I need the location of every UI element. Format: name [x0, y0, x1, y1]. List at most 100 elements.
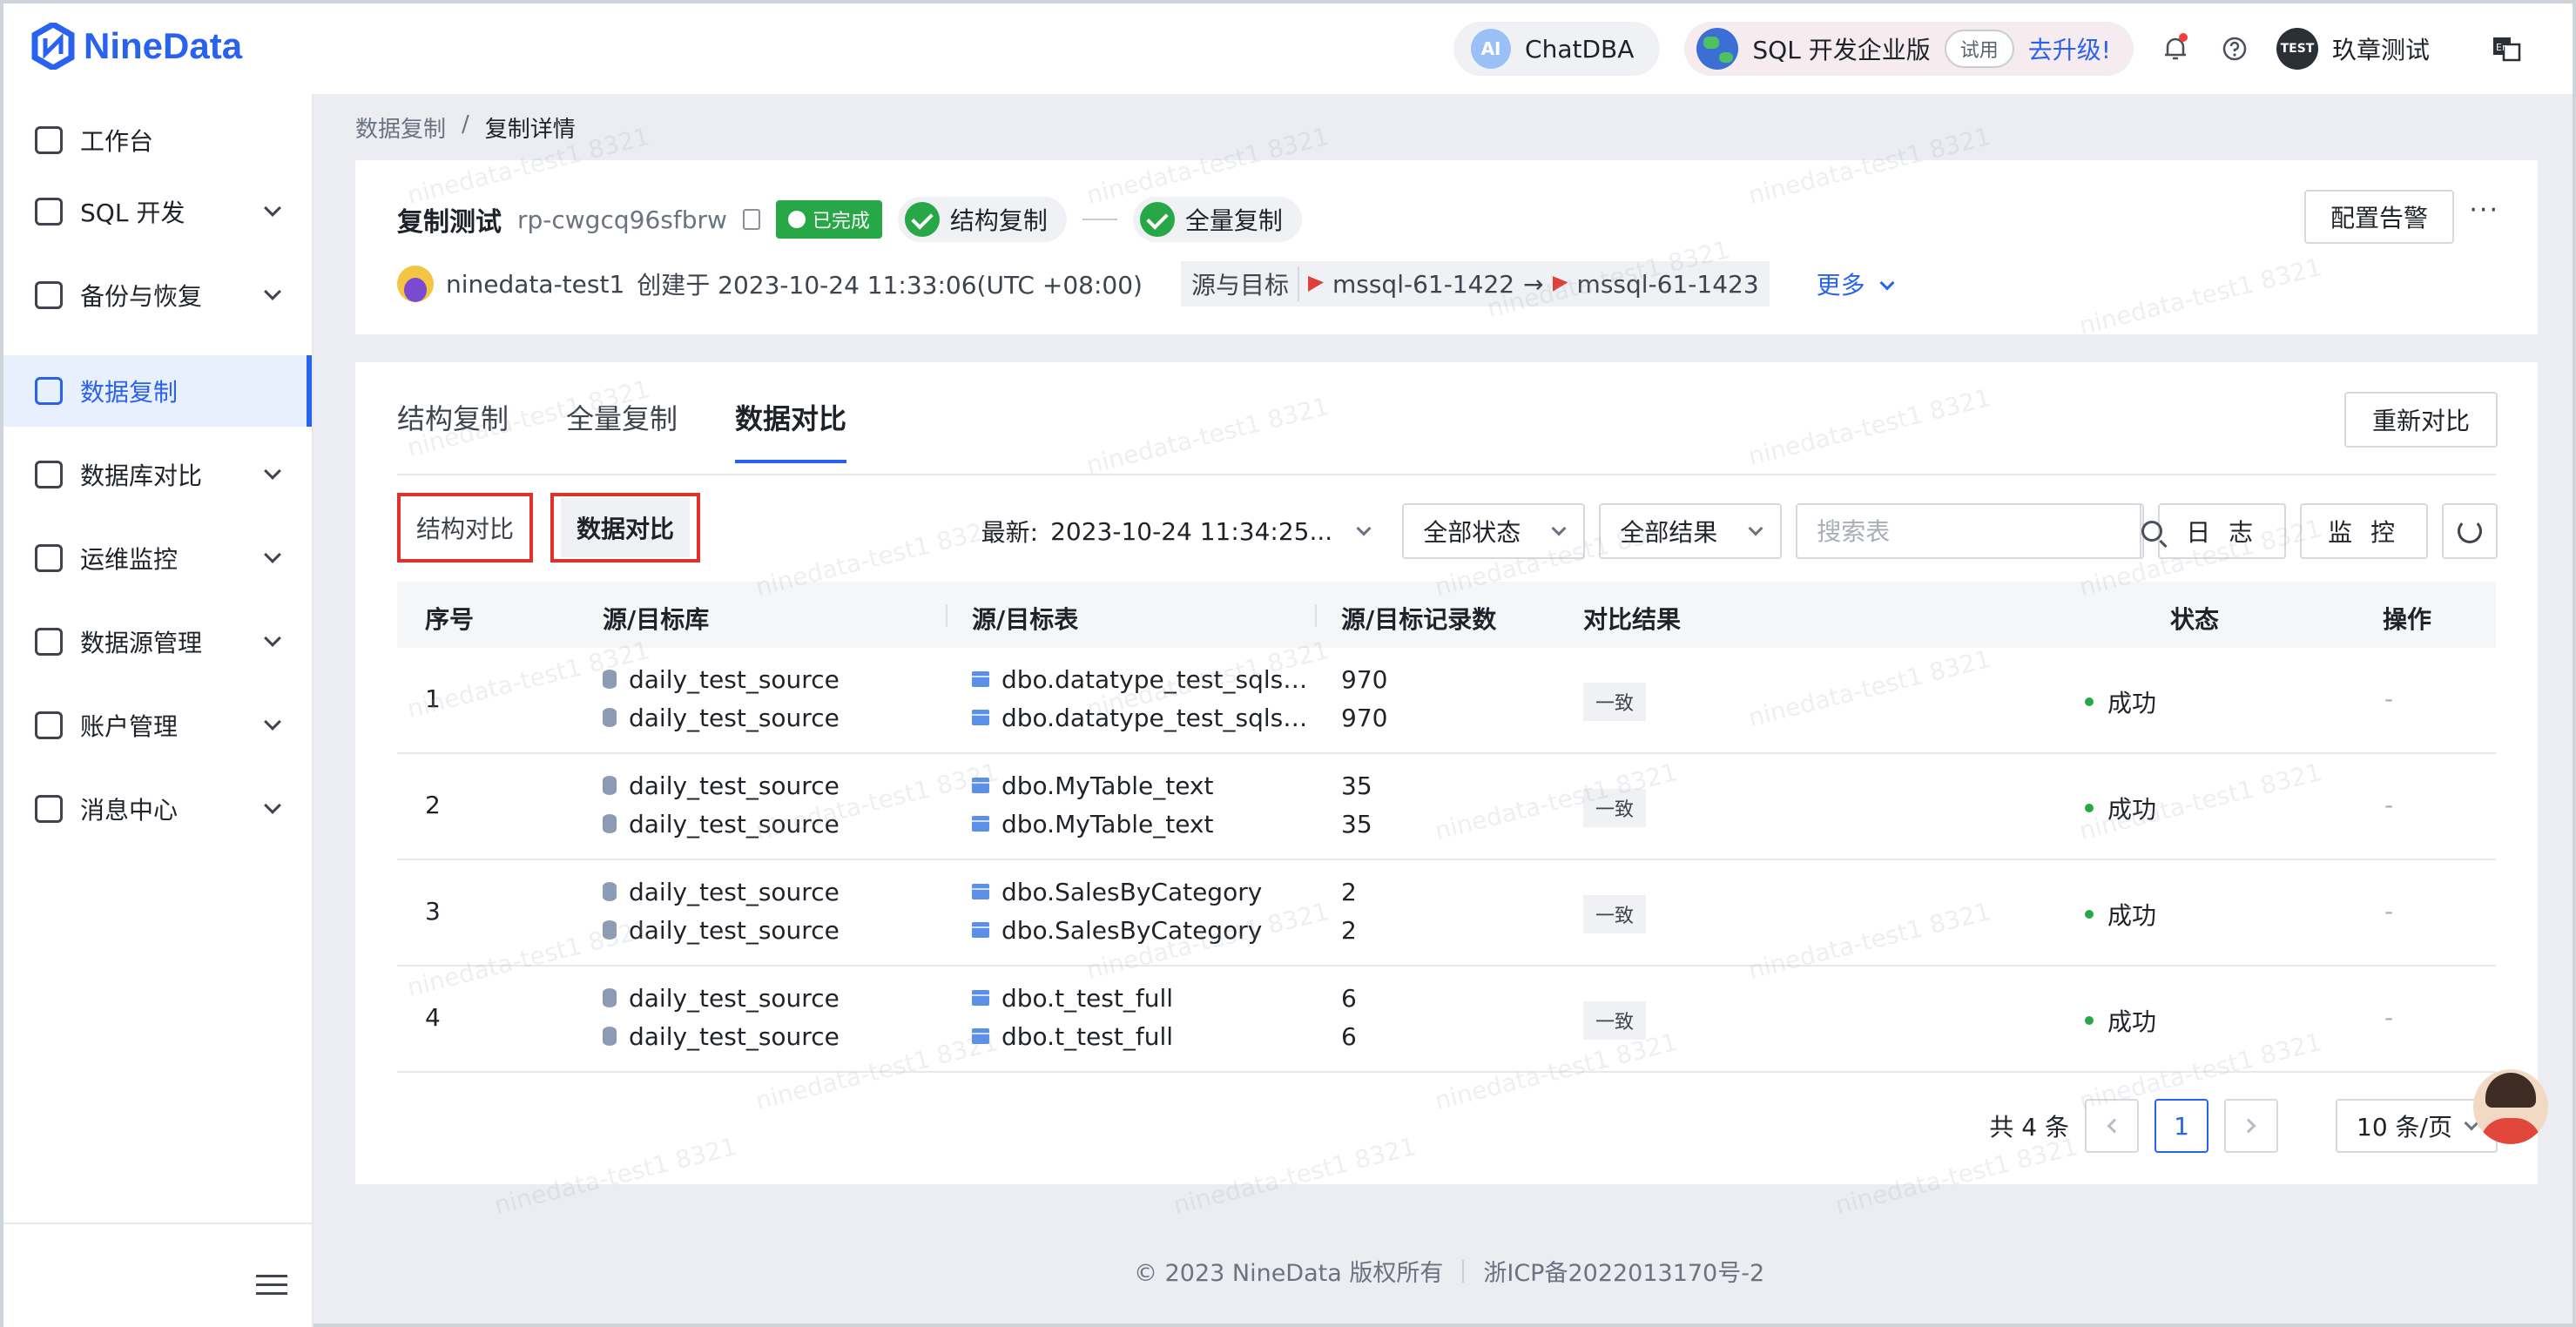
result-filter[interactable]: 全部结果: [1599, 503, 1783, 559]
top-header: NineData AI ChatDBA SQL 开发企业版 试用 去升级! TE…: [3, 3, 2573, 94]
status-text: 成功: [2107, 901, 2157, 930]
log-button[interactable]: 日 志: [2158, 503, 2287, 559]
source-count: 970: [1341, 664, 1388, 694]
sidebar-item-label: 运维监控: [80, 545, 179, 574]
table-icon: [972, 671, 989, 687]
ai-icon: AI: [1471, 29, 1512, 69]
compare-table: 序号 源/目标库 源/目标表 源/目标记录数 对比结果 状态 操作 1 dail…: [397, 582, 2496, 1073]
status-cell: 成功: [2085, 684, 2156, 719]
sidebar-item-monitor[interactable]: 运维监控: [3, 522, 312, 594]
bell-icon[interactable]: [2158, 31, 2193, 66]
brand-logo[interactable]: NineData: [31, 23, 242, 70]
data-compare-tab[interactable]: 数据对比: [550, 493, 700, 562]
task-id: rp-cwgcq96sfbrw: [517, 205, 727, 234]
row-index: 3: [425, 897, 441, 926]
icp-link[interactable]: 浙ICP备2022013170号-2: [1483, 1254, 1764, 1288]
count-cell: 2 2: [1341, 878, 1357, 945]
next-page-button[interactable]: [2224, 1099, 2279, 1153]
success-dot-icon: [2085, 697, 2094, 706]
monitor-icon: [35, 544, 63, 572]
footer-separator: [1462, 1259, 1465, 1283]
help-icon[interactable]: [2217, 31, 2252, 66]
sidebar-item-datasource[interactable]: 数据源管理: [3, 606, 312, 677]
refresh-icon: [2458, 519, 2482, 543]
mssql-icon: [1552, 276, 1568, 292]
latest-run-select[interactable]: 最新: 2023-10-24 11:34:25...: [981, 514, 1372, 549]
sidebar-item-replication[interactable]: 数据复制: [3, 355, 312, 427]
sidebar-item-backup[interactable]: 备份与恢复: [3, 259, 312, 331]
edition-banner[interactable]: SQL 开发企业版 试用 去升级!: [1684, 22, 2134, 76]
configure-alert-button[interactable]: 配置告警: [2303, 190, 2454, 244]
search-input[interactable]: [1797, 505, 2141, 557]
sidebar-item-sql-dev[interactable]: SQL 开发: [3, 176, 312, 247]
language-switch-icon[interactable]: En: [2489, 31, 2524, 66]
upgrade-link[interactable]: 去升级!: [2028, 31, 2111, 66]
task-meta-row: ninedata-test1 创建于 2023-10-24 11:33:06(U…: [397, 261, 1895, 306]
table-icon: [972, 1028, 989, 1044]
source-table-name: dbo.t_test_full: [1001, 983, 1173, 1013]
table-row: 4 daily_test_source daily_test_source db…: [397, 967, 2496, 1073]
status-text: 成功: [2107, 795, 2157, 824]
prev-page-button[interactable]: [2085, 1099, 2140, 1153]
sidebar-item-workbench[interactable]: 工作台: [3, 104, 312, 176]
status-badge-label: 已完成: [812, 211, 870, 232]
breadcrumb-current: 复制详情: [484, 117, 576, 143]
tab-structure-replication[interactable]: 结构复制: [397, 397, 509, 463]
sidebar-divider: [3, 1223, 312, 1224]
target-db[interactable]: mssql-61-1423: [1577, 270, 1759, 299]
more-link[interactable]: 更多: [1816, 266, 1895, 301]
sidebar-item-db-compare[interactable]: 数据库对比: [3, 439, 312, 510]
chevron-down-icon: [264, 199, 281, 217]
notification-dot: [2178, 33, 2188, 42]
chatdba-label: ChatDBA: [1525, 34, 1635, 64]
sidebar-item-messages[interactable]: 消息中心: [3, 773, 312, 845]
support-agent-icon[interactable]: [2473, 1069, 2548, 1144]
sidebar-item-label: 数据库对比: [80, 461, 203, 490]
replication-icon: [35, 377, 63, 405]
table-row: 3 daily_test_source daily_test_source db…: [397, 860, 2496, 967]
home-icon: [35, 126, 63, 154]
sidebar-item-label: 账户管理: [80, 712, 179, 741]
status-filter[interactable]: 全部状态: [1402, 503, 1586, 559]
structure-compare-tab[interactable]: 结构对比: [397, 493, 533, 562]
source-table-name: dbo.MyTable_text: [1001, 771, 1214, 800]
globe-icon: [1696, 28, 1739, 70]
chevron-down-icon: [264, 283, 281, 300]
row-action: -: [2384, 1003, 2394, 1032]
sidebar-item-label: 数据源管理: [80, 629, 203, 657]
source-target-label: 源与目标: [1191, 266, 1299, 301]
status-text: 成功: [2107, 689, 2157, 717]
tab-divider: [397, 474, 2496, 475]
db-cell: daily_test_source daily_test_source: [603, 878, 840, 945]
check-icon: [904, 202, 940, 237]
result-filter-value: 全部结果: [1620, 518, 1718, 547]
copy-icon[interactable]: [742, 209, 760, 230]
column-header: 源/目标库: [603, 605, 710, 634]
user-menu[interactable]: TEST 玖章测试: [2276, 28, 2430, 70]
tab-data-compare[interactable]: 数据对比: [735, 397, 847, 463]
stage-label: 结构复制: [949, 206, 1048, 235]
count-cell: 970 970: [1341, 664, 1388, 732]
column-header: 序号: [425, 605, 475, 634]
count-cell: 35 35: [1341, 771, 1372, 839]
sidebar-item-label: 数据复制: [80, 378, 179, 407]
collapse-menu-icon[interactable]: [256, 1275, 287, 1301]
target-db-name: daily_test_source: [629, 1021, 840, 1051]
recompare-button[interactable]: 重新对比: [2343, 392, 2498, 448]
chatdba-button[interactable]: AI ChatDBA: [1453, 22, 1661, 76]
more-menu-icon[interactable]: ···: [2469, 195, 2499, 226]
mssql-icon: [1307, 276, 1324, 292]
source-db[interactable]: mssql-61-1422: [1332, 270, 1514, 299]
more-label: 更多: [1816, 271, 1865, 300]
brand-name: NineData: [84, 25, 243, 66]
sidebar-item-account[interactable]: 账户管理: [3, 690, 312, 761]
column-separator: [946, 604, 947, 627]
page-number[interactable]: 1: [2155, 1099, 2209, 1153]
monitor-button[interactable]: 监 控: [2300, 503, 2428, 559]
refresh-button[interactable]: [2442, 503, 2498, 559]
breadcrumb-parent[interactable]: 数据复制: [355, 111, 446, 144]
sidebar-item-label: 工作台: [80, 127, 154, 156]
tab-full-replication[interactable]: 全量复制: [566, 397, 678, 463]
user-name: 玖章测试: [2331, 36, 2430, 64]
target-count: 2: [1341, 915, 1357, 945]
